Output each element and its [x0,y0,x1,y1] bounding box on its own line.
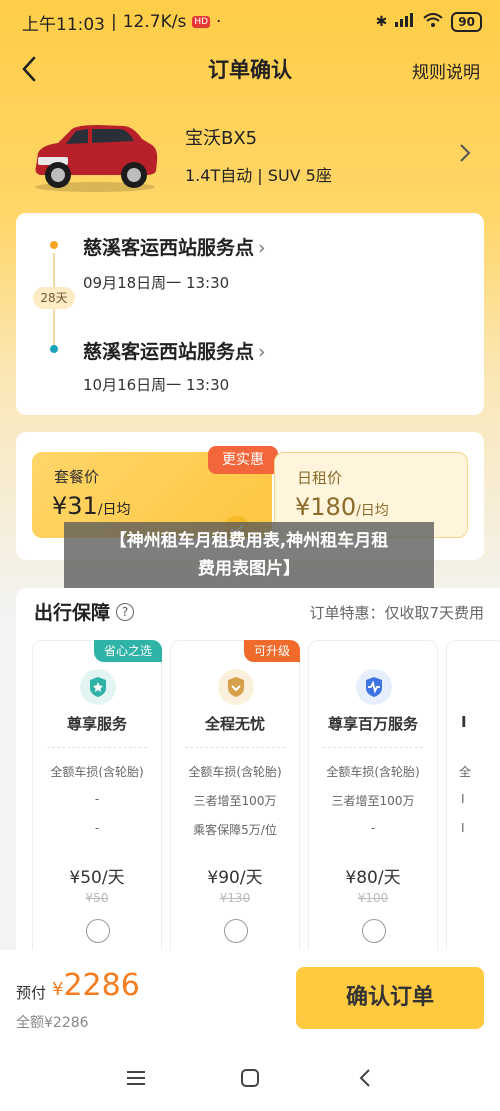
card-feature: 三者增至100万 [331,794,415,808]
checkout-bar: 预付 ¥2286 全额¥2286 确认订单 [0,950,500,1046]
card-feature: 全额车损(含轮胎) [50,765,144,779]
select-radio[interactable] [224,919,248,943]
prepay-label: 预付 [16,984,47,1002]
card-name: 尊享服务 [66,715,127,733]
card-name: I [461,713,467,731]
card-price: ¥90/天 [207,868,263,888]
select-radio[interactable] [362,919,386,943]
network-speed: 12.7K/s [122,12,187,32]
return-location[interactable]: 慈溪客运西站服务点 › [83,337,266,364]
bluetooth-icon: ✱ [375,14,388,30]
confirm-order-button[interactable]: 确认订单 [296,967,484,1029]
pickup-dot-icon [50,241,58,249]
card-price: ¥80/天 [345,868,401,888]
shield-star-icon [80,669,116,705]
card-feature: I [461,821,465,835]
protection-card-partial[interactable]: I 全 I I [446,640,500,970]
shield-pulse-icon [356,669,392,705]
help-icon[interactable]: ? [116,602,135,621]
rental-duration: 28天 [33,287,75,309]
better-value-badge: 更实惠 [208,446,278,474]
pickup-location-label: 慈溪客运西站服务点 [83,237,255,259]
card-feature: 乘客保障5万/位 [193,823,277,837]
plan-title: 套餐价 [54,468,100,486]
prepay-value: 2286 [63,968,140,1003]
plan-amount: 31 [67,492,98,520]
protection-card-million[interactable]: 尊享百万服务 全额车损(含轮胎) 三者增至100万 - ¥80/天 ¥100 [308,640,438,970]
card-original-price: ¥50 [85,891,109,905]
chevron-left-icon [22,56,36,82]
protection-note: 订单特惠：仅收取7天费用 [309,604,484,622]
plan-unit: /日均 [97,502,131,518]
trip-card: 28天 慈溪客运西站服务点 › 09月18日周一 13:30 慈溪客运西站服务点 ›… [16,213,484,415]
prepay-amount: ¥2286 [52,968,140,1003]
plan-price: ¥180/日均 [295,493,389,521]
card-feature: 全额车损(含轮胎) [326,765,420,779]
card-price: ¥50/天 [69,868,125,888]
wifi-icon [423,13,443,31]
card-feature: - [94,792,100,806]
title-banner: 【神州租车月租费用表,神州租车月租 费用表图片】 [64,522,434,588]
plan-title: 日租价 [297,469,343,487]
card-name: 全程无忧 [204,715,265,733]
car-image [35,125,158,192]
menu-icon[interactable] [124,1066,148,1090]
return-location-label: 慈溪客运西站服务点 [83,341,255,363]
card-feature: 全 [459,765,472,779]
card-feature: 三者增至100万 [193,794,277,808]
car-name: 宝沃BX5 [185,128,258,149]
plan-price: ¥31/日均 [52,492,131,520]
select-radio[interactable] [86,919,110,943]
back-nav-icon[interactable] [354,1066,378,1090]
card-feature: - [94,821,100,835]
card-name: 尊享百万服务 [327,715,418,733]
divider [323,747,423,748]
nav-bar: 订单确认 规则说明 [0,46,500,92]
protection-title-text: 出行保障 [34,602,111,624]
chevron-right-icon: › [258,341,266,363]
currency-symbol: ¥ [52,979,64,1000]
return-dot-icon [50,345,58,353]
plan-amount: 180 [310,493,357,521]
status-dot: · [216,12,222,32]
divider [185,747,285,748]
banner-line: 费用表图片】 [198,559,300,579]
card-original-price: ¥130 [219,891,251,905]
protection-card-premium[interactable]: 省心之选 尊享服务 全额车损(含轮胎) - - ¥50/天 ¥50 [32,640,162,970]
signal-icon [395,13,415,31]
card-feature: 全额车损(含轮胎) [188,765,282,779]
battery-indicator: 90 [451,12,482,32]
currency-symbol: ¥ [52,492,68,520]
card-tag: 可升级 [243,640,300,662]
pickup-time: 09月18日周一 13:30 [83,274,230,292]
pickup-location[interactable]: 慈溪客运西站服务点 › [83,233,266,260]
chevron-right-icon [460,144,471,162]
system-nav-bar [0,1046,500,1111]
banner-line: 【神州租车月租费用表,神州租车月租 [109,531,389,551]
protection-section: 出行保障 ? 订单特惠：仅收取7天费用 省心之选 尊享服务 全额车损(含轮胎) … [16,588,500,970]
card-feature: - [370,821,376,835]
card-original-price: ¥100 [357,891,389,905]
protection-card-worry-free[interactable]: 可升级 全程无忧 全额车损(含轮胎) 三者增至100万 乘客保障5万/位 ¥90… [170,640,300,970]
back-button[interactable] [18,54,42,84]
car-summary[interactable]: 宝沃BX5 1.4T自动 | SUV 5座 [28,110,478,200]
full-amount: 全额¥2286 [16,1015,89,1031]
status-bar: 上午11:03 | 12.7K/s HD · ✱ 90 [0,0,500,44]
shield-badge-icon [218,669,254,705]
divider [47,747,147,748]
currency-symbol: ¥ [295,493,311,521]
rules-link[interactable]: 规则说明 [412,58,480,83]
car-spec: 1.4T自动 | SUV 5座 [185,166,332,185]
card-feature: I [461,792,465,806]
hd-badge: HD [192,16,211,28]
return-time: 10月16日周一 13:30 [83,376,230,394]
home-icon[interactable] [238,1066,262,1090]
protection-title: 出行保障 ? [34,598,135,625]
status-time: 上午11:03 [22,14,105,35]
chevron-right-icon: › [258,237,266,259]
plan-unit: /日均 [356,503,389,519]
card-tag: 省心之选 [93,640,162,662]
